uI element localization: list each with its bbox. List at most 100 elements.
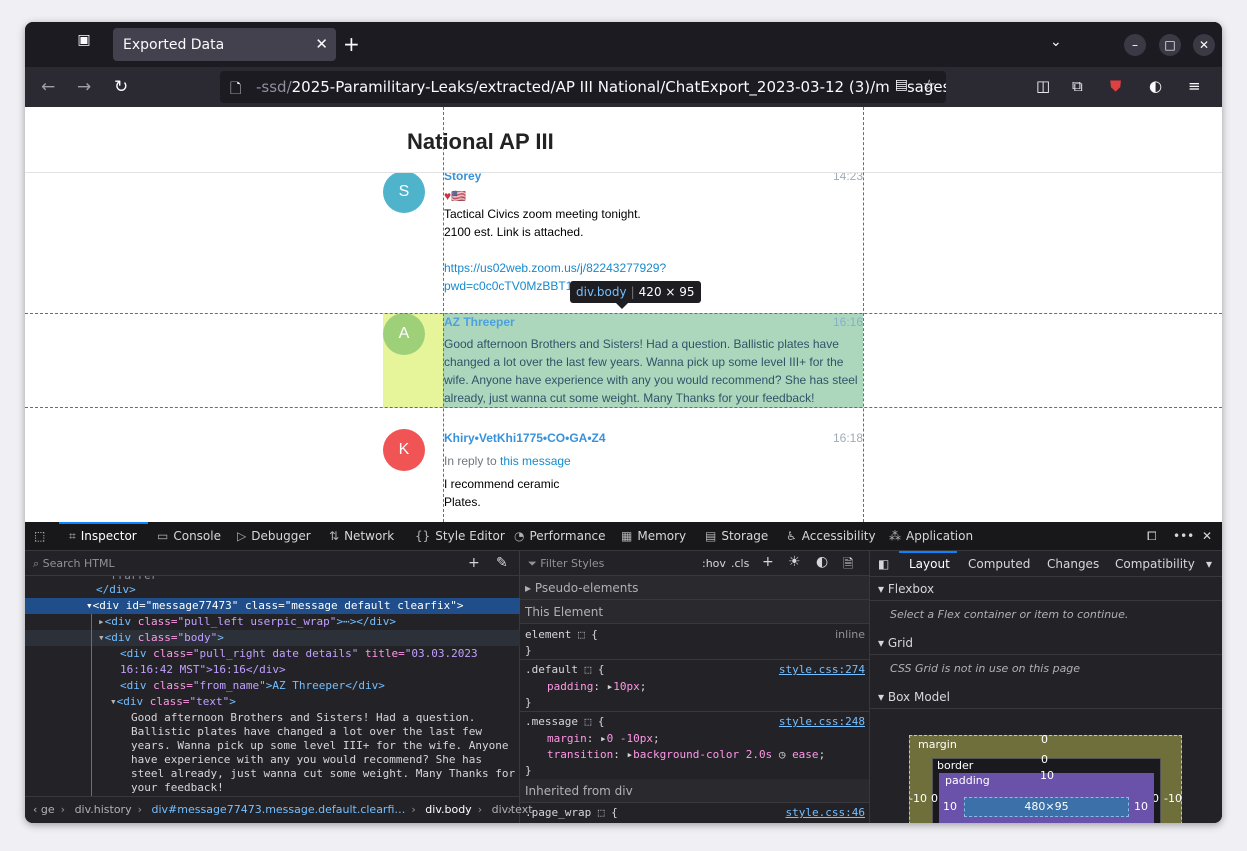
tab-overview-icon[interactable]: ▣ bbox=[73, 29, 95, 51]
margin-left-value[interactable]: -10 bbox=[909, 792, 927, 805]
tree-row-selected-message[interactable]: ▾<div id="message77473" class="message d… bbox=[25, 598, 520, 614]
add-rule-icon[interactable]: + bbox=[762, 554, 774, 570]
tab-changes[interactable]: Changes bbox=[1047, 557, 1099, 571]
breadcrumb-item[interactable]: ge bbox=[41, 803, 55, 816]
tree-row[interactable]: <div class="from_name">AZ Threeper</div> bbox=[25, 678, 520, 694]
reader-view-icon[interactable]: ▤ bbox=[888, 77, 908, 93]
tab-style-editor[interactable]: {} Style Editor bbox=[415, 529, 505, 543]
back-icon[interactable]: ← bbox=[41, 77, 55, 97]
list-tabs-icon[interactable]: ⌄ bbox=[1050, 34, 1062, 50]
html-search-input[interactable]: ⌕ Search HTML + ✎ bbox=[25, 551, 520, 576]
breadcrumb-right-icon[interactable]: › bbox=[508, 803, 512, 816]
tab-memory[interactable]: ▦ Memory bbox=[621, 529, 686, 543]
box-model-padding[interactable]: padding 10 10 10 10 480×95 bbox=[939, 769, 1154, 823]
browser-tab[interactable]: Exported Data ✕ bbox=[113, 28, 336, 61]
breadcrumb-item[interactable]: div.history bbox=[75, 803, 132, 816]
box-model-section[interactable]: ▾ Box Model bbox=[870, 685, 1222, 709]
tab-accessibility[interactable]: ♿ Accessibility bbox=[786, 529, 876, 543]
pseudo-elements-section[interactable]: ▸ Pseudo-elements bbox=[520, 576, 869, 600]
pocket-icon[interactable]: ◫ bbox=[1036, 77, 1050, 95]
account-icon[interactable]: ◐ bbox=[1149, 77, 1162, 95]
rule-source-link[interactable]: style.css:248 bbox=[779, 715, 865, 728]
expand-arrow-icon[interactable]: ▾ bbox=[98, 631, 105, 644]
box-model-border[interactable]: border 0 0 0 padding 10 10 10 10 480×95 bbox=[931, 753, 1161, 823]
rule-source-link[interactable]: style.css:274 bbox=[779, 663, 865, 676]
minimize-icon[interactable]: – bbox=[1124, 34, 1146, 56]
tab-debugger[interactable]: ▷ Debugger bbox=[237, 529, 311, 543]
avatar[interactable]: K bbox=[383, 429, 425, 471]
expand-arrow-icon[interactable]: ▾ bbox=[86, 599, 93, 612]
padding-right-value[interactable]: 10 bbox=[1134, 800, 1148, 813]
tree-row[interactable]: 16:16:42 MST">16:16</div> bbox=[25, 662, 520, 678]
rule-declaration[interactable]: margin: ▸0 -10px; bbox=[547, 732, 660, 745]
tab-inspector[interactable]: ⌗ Inspector bbox=[69, 529, 137, 544]
tree-row[interactable]: </div> bbox=[25, 582, 520, 598]
responsive-design-icon[interactable]: ⧠ bbox=[1147, 529, 1157, 544]
ublock-icon[interactable]: ⛊ bbox=[1110, 77, 1121, 95]
from-name[interactable]: Khiry•VetKhi1775•CO•GA•Z4 bbox=[444, 431, 606, 445]
cls-toggle[interactable]: .cls bbox=[731, 557, 749, 570]
box-model-content[interactable]: 480×95 bbox=[964, 797, 1129, 817]
forward-icon[interactable]: → bbox=[77, 77, 91, 97]
border-top-value[interactable]: 0 bbox=[1041, 753, 1048, 766]
rule-page-wrap[interactable]: .page_wrap ⬚ { bbox=[525, 806, 618, 819]
tab-application[interactable]: ⁂ Application bbox=[889, 529, 973, 543]
extensions-icon[interactable]: ⧉ bbox=[1072, 77, 1083, 95]
rule-message[interactable]: .message ⬚ { bbox=[525, 715, 604, 728]
avatar[interactable]: A bbox=[383, 313, 425, 355]
rule-default[interactable]: .default ⬚ { bbox=[525, 663, 604, 676]
tree-row[interactable]: ▸<div class="pull_left userpic_wrap">⋯><… bbox=[25, 614, 520, 630]
maximize-icon[interactable]: □ bbox=[1159, 34, 1181, 56]
toggle-sidebar-icon[interactable]: ◧ bbox=[878, 557, 889, 571]
light-scheme-icon[interactable]: ☀ bbox=[788, 554, 801, 570]
element-picker-icon[interactable]: ⬚ bbox=[34, 529, 45, 543]
tree-row-body[interactable]: ▾<div class="body"> bbox=[25, 630, 520, 646]
tree-text-line[interactable]: your feedback! bbox=[25, 780, 520, 796]
grid-section[interactable]: ▾ Grid bbox=[870, 631, 1222, 655]
margin-top-value[interactable]: 0 bbox=[1041, 733, 1048, 746]
new-tab-icon[interactable]: + bbox=[343, 32, 360, 56]
avatar[interactable]: S bbox=[383, 171, 425, 213]
tab-compatibility[interactable]: Compatibility bbox=[1115, 557, 1195, 571]
filter-styles-input[interactable]: ⏷ Filter Styles :hov .cls + ☀ ◐ 🗎 bbox=[520, 551, 869, 577]
rule-element[interactable]: element ⬚ { bbox=[525, 628, 598, 641]
tab-storage[interactable]: ▤ Storage bbox=[705, 529, 768, 543]
rule-declaration[interactable]: transition: ▸background-color 2.0s ◷ eas… bbox=[547, 748, 825, 761]
reload-icon[interactable]: ↻ bbox=[114, 77, 128, 97]
rule-source-link[interactable]: style.css:46 bbox=[786, 806, 865, 819]
border-left-value[interactable]: 0 bbox=[931, 792, 938, 805]
padding-left-value[interactable]: 10 bbox=[943, 800, 957, 813]
bookmark-star-icon[interactable]: ☆ bbox=[923, 76, 936, 94]
menu-icon[interactable]: ≡ bbox=[1188, 77, 1201, 95]
breadcrumb-item[interactable]: div.body bbox=[425, 803, 471, 816]
print-media-icon[interactable]: 🗎 bbox=[843, 555, 853, 577]
expand-arrow-icon[interactable]: ▾ bbox=[110, 695, 117, 708]
tab-performance[interactable]: ◔ Performance bbox=[514, 529, 606, 543]
zoom-link[interactable]: https://us02web.zoom.us/j/82243277929? bbox=[444, 259, 864, 277]
padding-bottom-value[interactable]: 10 bbox=[1040, 821, 1054, 823]
hov-toggle[interactable]: :hov bbox=[702, 557, 726, 570]
tab-console[interactable]: ▭ Console bbox=[157, 529, 221, 543]
flexbox-section[interactable]: ▾ Flexbox bbox=[870, 577, 1222, 601]
box-model-margin[interactable]: margin 0 -10 -10 border 0 0 0 padding 10… bbox=[909, 733, 1182, 823]
tab-network[interactable]: ⇅ Network bbox=[329, 529, 394, 543]
breadcrumb-item[interactable]: div#message77473.message.default.clearfi… bbox=[152, 803, 406, 816]
padding-top-value[interactable]: 10 bbox=[1040, 769, 1054, 782]
eyedropper-icon[interactable]: ✎ bbox=[496, 555, 508, 571]
rule-declaration[interactable]: padding: ▸10px; bbox=[547, 680, 646, 693]
url-bar[interactable]: 🗋 -ssd/2025-Paramilitary-Leaks/extracted… bbox=[220, 71, 946, 103]
devtools-menu-icon[interactable]: ••• bbox=[1173, 529, 1194, 543]
margin-right-value[interactable]: -10 bbox=[1164, 792, 1182, 805]
dark-scheme-icon[interactable]: ◐ bbox=[816, 554, 828, 570]
close-tab-icon[interactable]: ✕ bbox=[315, 35, 328, 53]
tree-row[interactable]: ▾<div class="text"> bbox=[25, 694, 520, 710]
add-node-icon[interactable]: + bbox=[468, 555, 480, 571]
close-window-icon[interactable]: ✕ bbox=[1193, 34, 1215, 56]
collapse-arrow-icon[interactable]: ▸ bbox=[98, 615, 105, 628]
tab-computed[interactable]: Computed bbox=[968, 557, 1030, 571]
easing-icon[interactable]: ◷ bbox=[779, 748, 786, 761]
tabs-overflow-icon[interactable]: ▾ bbox=[1206, 557, 1212, 571]
tree-row[interactable]: <div class="pull_right date details" tit… bbox=[25, 646, 520, 662]
close-devtools-icon[interactable]: ✕ bbox=[1202, 529, 1212, 543]
tree-ellipsis[interactable]: >⋯ bbox=[336, 615, 349, 628]
